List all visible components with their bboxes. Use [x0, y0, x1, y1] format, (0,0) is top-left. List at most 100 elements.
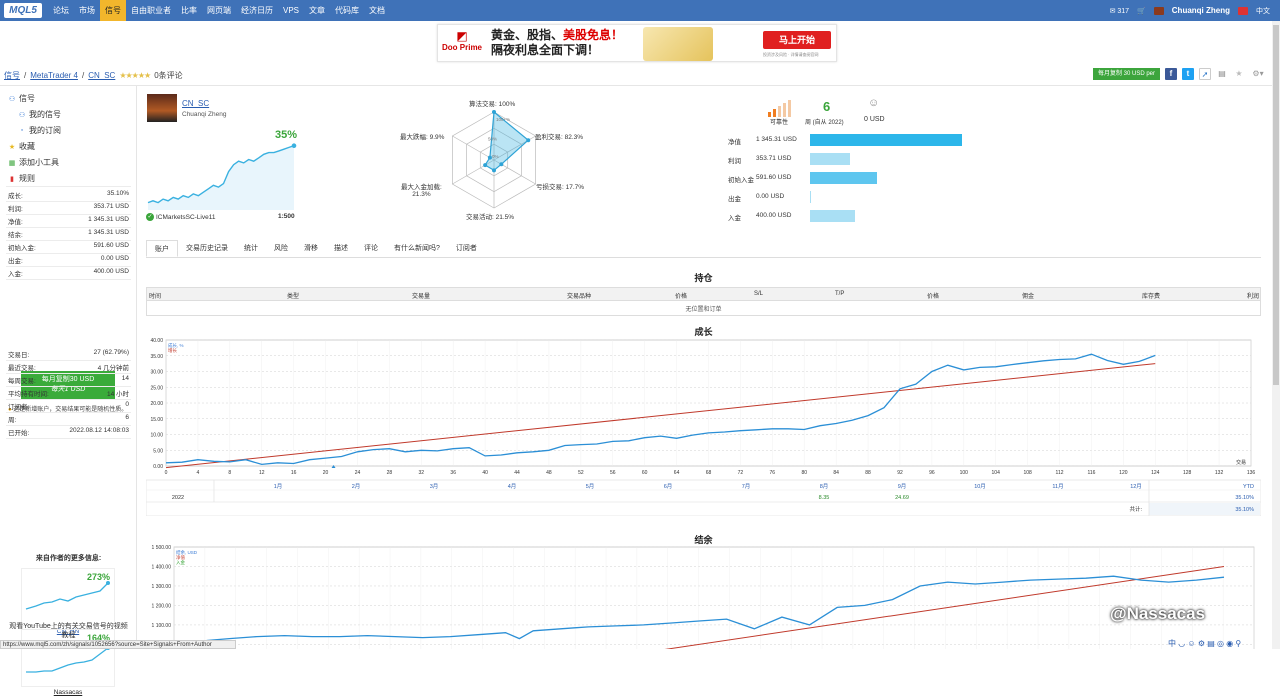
mql5-logo[interactable]: MQL5 [4, 3, 42, 18]
signal-icon: ⚇ [8, 95, 16, 103]
tab[interactable]: 统计 [236, 240, 266, 257]
tab[interactable]: 账户 [146, 240, 178, 257]
stat-label: 入金: [8, 271, 23, 278]
stat-label: 已开始: [8, 430, 30, 437]
signal-name[interactable]: CN_SC [182, 99, 209, 108]
growth-x-tick: 120 [1119, 470, 1128, 476]
signal-author[interactable]: Chuanqi Zheng [182, 111, 226, 118]
sidebar-item-rules[interactable]: ▮ 规则 [8, 173, 35, 184]
breadcrumb-mt4[interactable]: MetaTrader 4 [30, 71, 78, 80]
settings-gear-icon[interactable]: ⚙▾ [1250, 68, 1266, 80]
nav-item[interactable]: VPS [278, 0, 304, 21]
stat-value: 1 345.31 USD [88, 216, 129, 223]
growth-ytd-label: YTD [1243, 484, 1254, 490]
stat-label: 结余: [8, 232, 23, 239]
tab[interactable]: 描述 [326, 240, 356, 257]
notification-icon[interactable]: ✉ 317 [1110, 7, 1130, 15]
rating-stars[interactable]: ★★★★★ [119, 71, 151, 80]
breadcrumb-current[interactable]: CN_SC [88, 71, 115, 80]
tab[interactable]: 风险 [266, 240, 296, 257]
growth-y-tick: 15.00 [150, 417, 163, 423]
growth-x-tick: 36 [450, 470, 456, 476]
stat-row: 成长: 35.10% [8, 190, 129, 200]
stat-row: 已开始: 2022.08.12 14:08:03 [8, 427, 129, 437]
stat-value: 591.60 USD [93, 242, 129, 249]
tab[interactable]: 评论 [356, 240, 386, 257]
favorite-star-icon[interactable]: ★ [1233, 68, 1245, 80]
tab[interactable]: 交易历史记录 [178, 240, 236, 257]
growth-y-tick: 5.00 [153, 448, 163, 454]
growth-total-label: 共计: [1129, 505, 1142, 513]
my-signal-icon: ⚇ [18, 111, 26, 119]
language-flag-icon[interactable] [1238, 6, 1248, 15]
sidebar-item-my-subscriptions[interactable]: ▫ 我的订阅 [18, 125, 61, 136]
banner-line1-highlight: 美股免息！ [563, 28, 624, 42]
nav-item[interactable]: 自由职业者 [126, 0, 176, 21]
sidebar-item-add-widget[interactable]: ▦ 添加小工具 [8, 157, 59, 168]
author-signal-card[interactable]: 273% CN_HN [21, 568, 115, 635]
tab[interactable]: 有什么新闻吗? [386, 240, 448, 257]
twitter-icon[interactable]: t [1182, 68, 1194, 80]
stat-value: 6 [125, 414, 129, 421]
balance-bar-row: 出金 0.00 USD [700, 189, 1000, 205]
sidebar-divider [6, 186, 131, 187]
stat-label: 利润: [8, 206, 23, 213]
nav-item[interactable]: 论坛 [48, 0, 74, 21]
balance-bar-row: 初始入金 591.60 USD [700, 170, 1000, 186]
ime-toolbar[interactable]: 中 ◡ ☺ ⚙ ▤ ◎ ◉ ⚲ [1168, 638, 1241, 649]
share-icon[interactable]: ➚ [1199, 68, 1211, 80]
author-signal-name[interactable]: Nassacas [22, 689, 114, 696]
radar-point [492, 168, 496, 173]
nav-item[interactable]: 市场 [74, 0, 100, 21]
radar-point [499, 162, 504, 167]
username[interactable]: Chuanqi Zheng [1172, 6, 1230, 15]
nav-item[interactable]: 网页端 [202, 0, 236, 21]
radar-ring-label-100: 100+% [496, 117, 510, 122]
nav-item[interactable]: 文档 [364, 0, 390, 21]
nav-item[interactable]: 代码库 [330, 0, 364, 21]
growth-x-tick: 136 [1247, 470, 1256, 476]
cart-icon[interactable]: 🛒 [1137, 7, 1146, 15]
sidebar-item-signals[interactable]: ⚇ 信号 [8, 93, 35, 104]
doo-prime-logo: ◩ Doo Prime [442, 29, 483, 52]
banner-cta-button[interactable]: 马上开始 [763, 31, 831, 49]
sidebar-item-label: 我的信号 [29, 110, 61, 119]
subscribe-button[interactable]: 每月复制 30 USD per [1092, 68, 1160, 80]
youtube-tutorial-link[interactable]: 观看YouTube上的有关交易信号的视频教程 [6, 622, 131, 640]
sidebar-item-favorites[interactable]: ★ 收藏 [8, 141, 35, 152]
stat-row: 净值: 1 345.31 USD [8, 216, 129, 226]
nav-item[interactable]: 比率 [176, 0, 202, 21]
save-icon[interactable]: ▤ [1216, 68, 1228, 80]
growth-x-tick: 68 [706, 470, 712, 476]
stat-divider [6, 253, 131, 254]
review-count[interactable]: 0条评论 [154, 70, 182, 81]
tab[interactable]: 滑移 [296, 240, 326, 257]
scrollbar-thumb[interactable] [1273, 25, 1279, 385]
ad-banner[interactable]: ◩ Doo Prime 黄金、股指、美股免息！ 隔夜利息全面下调！ 马上开始 投… [437, 24, 837, 62]
stat-divider [6, 201, 131, 202]
tab[interactable]: 订阅者 [448, 240, 485, 257]
facebook-icon[interactable]: f [1165, 68, 1177, 80]
radar-label-max-deposit-text: 最大入金加载: [401, 184, 442, 191]
nav-item[interactable]: 经济日历 [236, 0, 278, 21]
positions-column-header: 时间 [149, 294, 162, 300]
growth-month-table [145, 479, 1262, 517]
radar-ring-label-50: 50% [488, 136, 497, 141]
stat-row: 入金: 400.00 USD [8, 268, 129, 278]
growth-x-tick: 20 [323, 470, 329, 476]
growth-month-label: 8月 [820, 483, 829, 490]
broker-server[interactable]: ✓ ICMarketsSC-Live11 [146, 213, 215, 221]
language-label[interactable]: 中文 [1256, 6, 1270, 16]
sidebar-item-my-signals[interactable]: ⚇ 我的信号 [18, 109, 61, 120]
balance-bar [810, 172, 877, 184]
balance-bar-value: 400.00 USD [756, 212, 792, 219]
page-scrollbar[interactable] [1272, 21, 1280, 649]
balance-legend-item: 入金 [176, 559, 185, 565]
growth-aug: 8.35 [819, 495, 830, 501]
user-avatar[interactable] [1153, 6, 1164, 15]
balance-bar-row: 入金 400.00 USD [700, 208, 1000, 224]
nav-item[interactable]: 文章 [304, 0, 330, 21]
breadcrumb-signals[interactable]: 信号 [4, 70, 20, 81]
nav-item[interactable]: 信号 [100, 0, 126, 21]
sparkline-end-point [291, 143, 297, 149]
